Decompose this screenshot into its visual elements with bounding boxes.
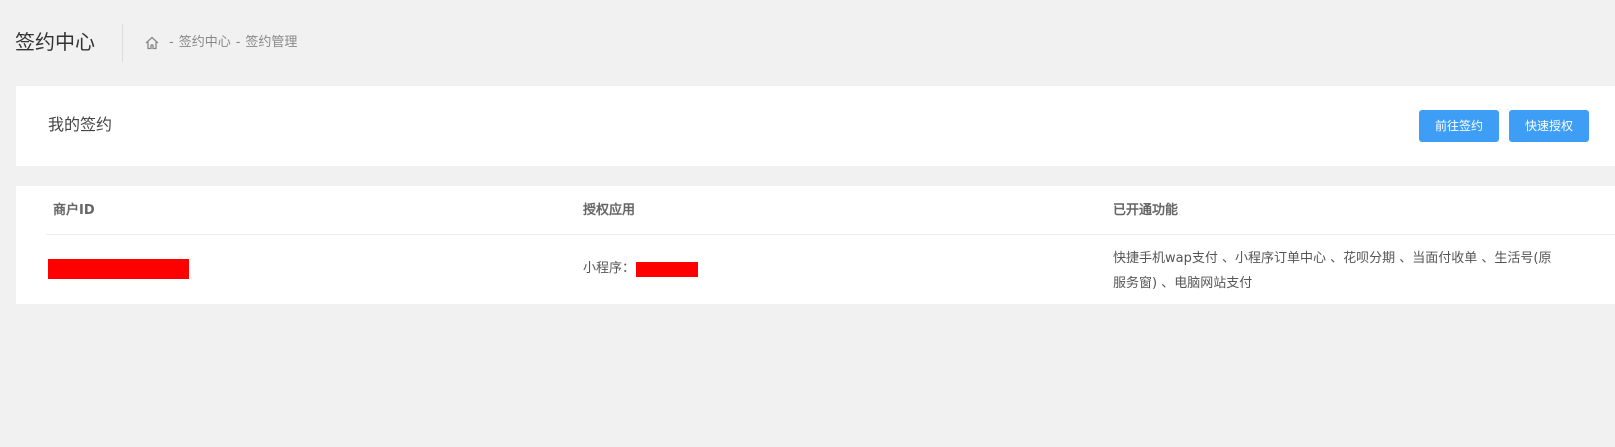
breadcrumb-separator: - (169, 35, 174, 50)
card-title: 我的签约 (48, 115, 113, 134)
authorized-app-cell: 小程序： (583, 260, 699, 278)
column-header-enabled-features: 已开通功能 (1113, 203, 1179, 218)
features-line: 服务窗) 、电脑网站支付 (1113, 276, 1253, 291)
breadcrumb: - 签约中心 - 签约管理 (144, 34, 297, 52)
enabled-features-cell: 快捷手机wap支付 、小程序订单中心 、花呗分期 、当面付收单 、生活号(原 服… (1113, 246, 1613, 296)
breadcrumb-item-signing-center[interactable]: 签约中心 (179, 34, 231, 52)
breadcrumb-separator: - (235, 35, 241, 50)
signing-table: 商户ID 授权应用 已开通功能 小程序： 快捷手机wap支付 、小程序订单中心 … (16, 186, 1615, 304)
breadcrumb-item-signing-management: 签约管理 (245, 35, 298, 50)
column-header-merchant-id: 商户ID (53, 203, 95, 218)
redacted-app-name (636, 261, 699, 277)
header-divider (122, 24, 123, 62)
features-line: 快捷手机wap支付 、小程序订单中心 、花呗分期 、当面付收单 、生活号(原 (1113, 251, 1552, 266)
quick-auth-button[interactable]: 快速授权 (1509, 110, 1589, 142)
my-signing-card: 我的签约 前往签约 快速授权 (16, 86, 1615, 166)
app-type-label: 小程序： (583, 261, 636, 276)
page-title: 签约中心 (15, 30, 95, 54)
column-header-authorized-app: 授权应用 (583, 203, 636, 218)
home-icon[interactable] (144, 35, 160, 51)
row-divider (46, 234, 1615, 235)
go-sign-button[interactable]: 前往签约 (1419, 110, 1499, 142)
redacted-merchant-id (48, 259, 189, 279)
page-header: 签约中心 - 签约中心 - 签约管理 (0, 0, 1615, 86)
